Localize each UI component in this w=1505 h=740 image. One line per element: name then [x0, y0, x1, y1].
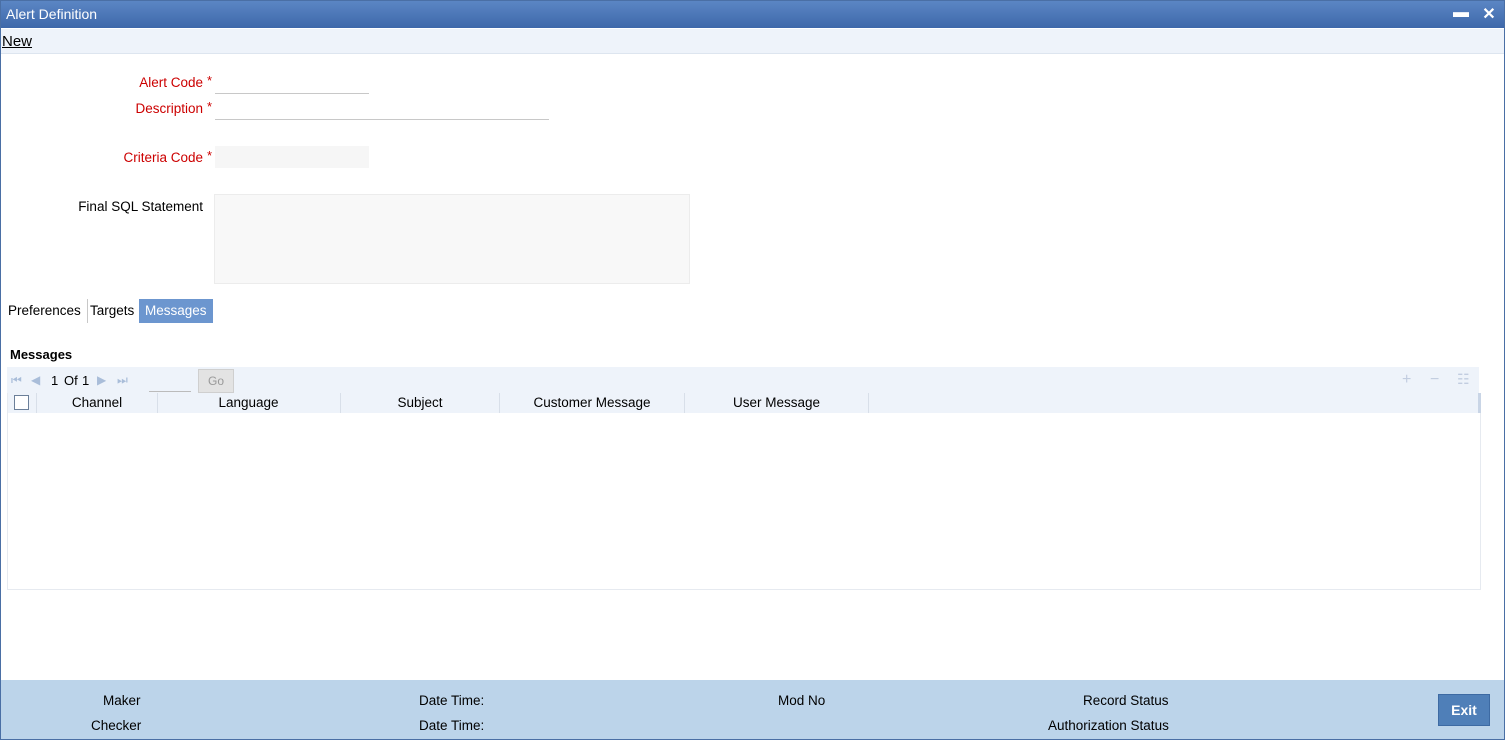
column-language[interactable]: Language — [157, 393, 341, 413]
audit-footer: Maker Checker Date Time: Date Time: Mod … — [1, 680, 1504, 739]
tab-messages[interactable]: Messages — [139, 299, 213, 323]
alert-definition-window: Alert Definition ▬ ✕ New Alert Code * De… — [0, 0, 1505, 740]
first-page-icon[interactable]: ⏮ — [11, 373, 22, 388]
maker-label: Maker — [103, 693, 141, 708]
next-page-icon[interactable]: ▶ — [97, 373, 106, 387]
minimize-icon[interactable]: ▬ — [1451, 4, 1471, 24]
last-page-icon[interactable]: ⏭ — [117, 373, 128, 388]
column-customer-message[interactable]: Customer Message — [500, 393, 685, 413]
mod-no-label: Mod No — [778, 693, 826, 708]
new-button[interactable]: New — [2, 33, 32, 50]
description-required-mark: * — [207, 99, 213, 114]
criteria-code-label: Criteria Code — [123, 150, 203, 165]
messages-grid-header: Channel Language Subject Customer Messag… — [8, 393, 1481, 413]
alert-code-label: Alert Code — [139, 75, 203, 90]
current-page: 1 — [51, 373, 59, 388]
page-of-label: Of — [64, 373, 78, 388]
page-number-input[interactable] — [149, 371, 191, 392]
column-subject[interactable]: Subject — [341, 393, 500, 413]
alert-code-input[interactable] — [215, 73, 369, 94]
column-channel[interactable]: Channel — [36, 393, 158, 413]
close-icon[interactable]: ✕ — [1479, 4, 1499, 24]
column-user-message[interactable]: User Message — [685, 393, 869, 413]
menu-bar: New — [1, 29, 1504, 54]
description-label: Description — [135, 101, 203, 116]
total-pages: 1 — [82, 373, 90, 388]
delete-row-icon[interactable]: − — [1430, 371, 1439, 389]
final-sql-label: Final SQL Statement — [78, 199, 203, 214]
final-sql-textarea[interactable] — [214, 194, 690, 284]
select-all-checkbox[interactable] — [14, 395, 29, 410]
messages-grid-toolbar: ⏮ ◀ 1 Of 1 ▶ ⏭ Go + − ☷ — [7, 367, 1479, 393]
checker-date-time-label: Date Time: — [419, 718, 485, 733]
checker-label: Checker — [91, 718, 142, 733]
grid-scrollbar[interactable] — [1478, 393, 1481, 413]
prev-page-icon[interactable]: ◀ — [31, 373, 40, 387]
authorization-status-label: Authorization Status — [1048, 718, 1169, 733]
record-status-label: Record Status — [1083, 693, 1169, 708]
tab-preferences[interactable]: Preferences — [2, 299, 88, 323]
single-view-icon[interactable]: ☷ — [1457, 371, 1470, 388]
maker-date-time-label: Date Time: — [419, 693, 485, 708]
title-bar: Alert Definition ▬ ✕ — [1, 1, 1504, 28]
messages-grid: Channel Language Subject Customer Messag… — [7, 393, 1481, 590]
go-button[interactable]: Go — [198, 369, 234, 393]
criteria-code-input[interactable] — [215, 146, 369, 168]
alert-code-required-mark: * — [207, 73, 213, 88]
tab-targets[interactable]: Targets — [84, 299, 142, 323]
add-row-icon[interactable]: + — [1402, 371, 1411, 389]
window-title: Alert Definition — [6, 6, 98, 22]
exit-button[interactable]: Exit — [1438, 694, 1490, 726]
description-input[interactable] — [215, 99, 549, 120]
messages-section-title: Messages — [10, 347, 73, 362]
criteria-code-required-mark: * — [207, 148, 213, 163]
